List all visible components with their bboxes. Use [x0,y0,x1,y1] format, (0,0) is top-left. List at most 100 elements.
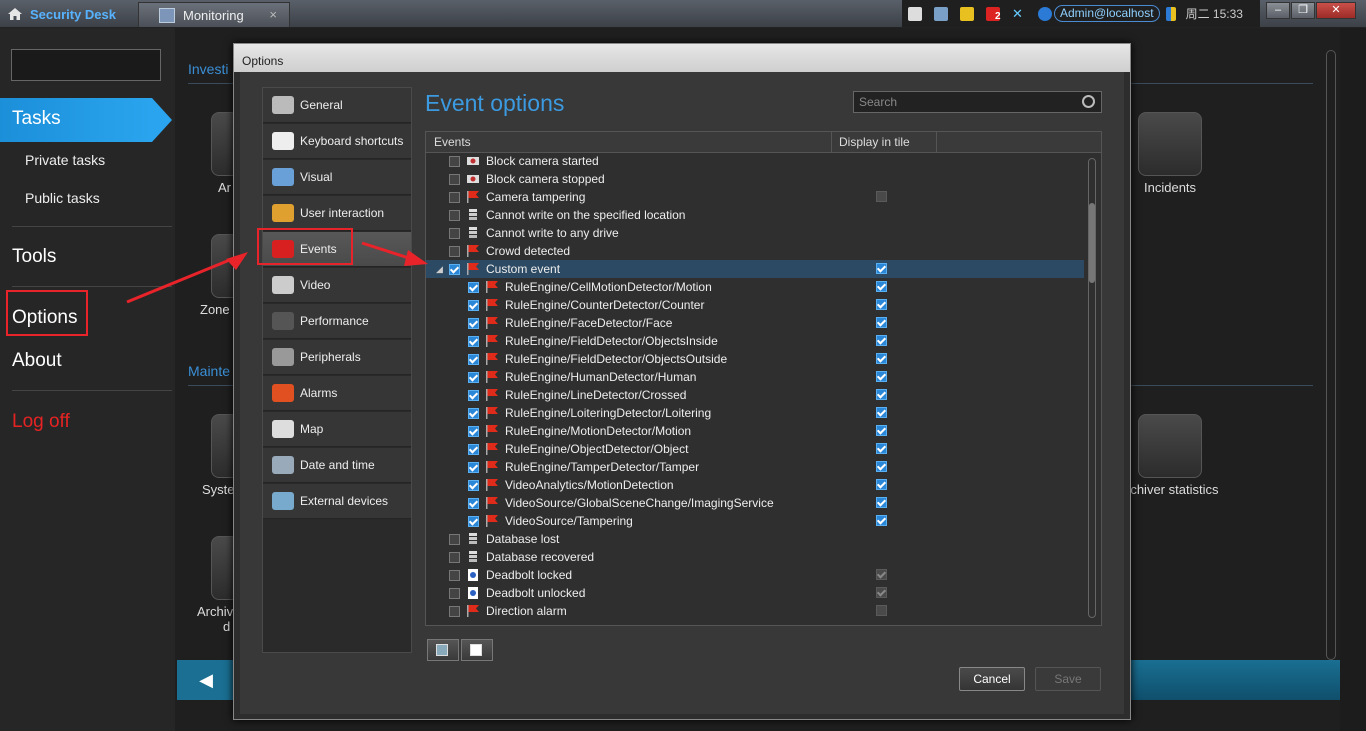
display-in-tile-checkbox[interactable] [876,353,887,364]
event-checkbox[interactable] [449,263,460,275]
event-row[interactable]: RuleEngine/HumanDetector/Human [426,368,1084,386]
uncheck-all-button[interactable] [461,639,493,661]
category-item-user-interaction[interactable]: User interaction [263,196,411,231]
event-row[interactable]: Deadbolt unlocked [426,584,1084,602]
tab-close-icon[interactable]: × [269,7,277,22]
category-item-video[interactable]: Video [263,268,411,303]
app-home-button[interactable]: Security Desk [8,4,116,24]
event-row[interactable]: RuleEngine/CounterDetector/Counter [426,296,1084,314]
network-icon[interactable] [934,6,948,21]
event-row[interactable]: Deadbolt locked [426,566,1084,584]
sidebar-item-about[interactable]: About [12,350,62,372]
sidebar-item-public-tasks[interactable]: Public tasks [25,190,100,206]
event-row[interactable]: Block camera started [426,152,1084,170]
display-in-tile-checkbox[interactable] [876,443,887,454]
event-checkbox[interactable] [468,443,479,455]
category-item-keyboard-shortcuts[interactable]: Keyboard shortcuts [263,124,411,159]
event-checkbox[interactable] [449,227,460,239]
category-item-map[interactable]: Map [263,412,411,447]
event-row[interactable]: Cannot write on the specified location [426,206,1084,224]
display-in-tile-checkbox[interactable] [876,461,887,472]
event-row[interactable]: RuleEngine/ObjectDetector/Object [426,440,1084,458]
event-row[interactable]: RuleEngine/MotionDetector/Motion [426,422,1084,440]
display-in-tile-checkbox[interactable] [876,479,887,490]
display-in-tile-checkbox[interactable] [876,425,887,436]
event-checkbox[interactable] [449,533,460,545]
column-header-display[interactable]: Display in tile [839,135,910,149]
event-row[interactable]: Cannot write to any drive [426,224,1084,242]
display-in-tile-checkbox[interactable] [876,371,887,382]
event-checkbox[interactable] [468,353,479,365]
minimize-button[interactable]: – [1266,2,1290,19]
event-row[interactable]: Crowd detected [426,242,1084,260]
display-in-tile-checkbox[interactable] [876,569,887,580]
display-in-tile-checkbox[interactable] [876,515,887,526]
back-button[interactable]: ◀ [177,660,235,700]
event-checkbox[interactable] [449,605,460,617]
event-checkbox[interactable] [449,155,460,167]
event-row[interactable]: VideoSource/GlobalSceneChange/ImagingSer… [426,494,1084,512]
archiver-statistics-tile-icon[interactable] [1138,414,1202,478]
cube-icon[interactable] [908,6,922,21]
event-checkbox[interactable] [449,587,460,599]
expand-icon[interactable]: ◢ [436,264,443,275]
tab-monitoring[interactable]: Monitoring × [138,2,290,27]
event-row[interactable]: Direction alarm [426,602,1084,620]
sidebar-item-logoff[interactable]: Log off [12,411,70,433]
display-in-tile-checkbox[interactable] [876,299,887,310]
category-item-peripherals[interactable]: Peripherals [263,340,411,375]
display-in-tile-checkbox[interactable] [876,605,887,616]
search-input[interactable]: Search [853,91,1102,113]
event-row[interactable]: ◢ Custom event [426,260,1084,278]
event-checkbox[interactable] [468,479,479,491]
event-row[interactable]: RuleEngine/FaceDetector/Face [426,314,1084,332]
event-checkbox[interactable] [468,515,479,527]
category-item-external-devices[interactable]: External devices [263,484,411,519]
event-row[interactable]: Block camera stopped [426,170,1084,188]
event-row[interactable]: RuleEngine/TamperDetector/Tamper [426,458,1084,476]
display-in-tile-checkbox[interactable] [876,407,887,418]
event-row[interactable]: VideoSource/Tampering [426,512,1084,530]
event-checkbox[interactable] [468,425,479,437]
event-row[interactable]: RuleEngine/FieldDetector/ObjectsInside [426,332,1084,350]
event-checkbox[interactable] [449,209,460,221]
cancel-button[interactable]: Cancel [959,667,1025,691]
sidebar-item-tools[interactable]: Tools [12,246,56,268]
grid-scrollbar-thumb[interactable] [1089,203,1095,283]
event-checkbox[interactable] [449,173,460,185]
event-checkbox[interactable] [468,389,479,401]
alarm-icon[interactable] [960,6,974,21]
event-checkbox[interactable] [468,407,479,419]
event-row[interactable]: RuleEngine/LoiteringDetector/Loitering [426,404,1084,422]
event-checkbox[interactable] [468,371,479,383]
event-checkbox[interactable] [468,461,479,473]
category-item-general[interactable]: General [263,88,411,123]
event-row[interactable]: RuleEngine/FieldDetector/ObjectsOutside [426,350,1084,368]
grid-scrollbar[interactable] [1088,158,1096,618]
display-in-tile-checkbox[interactable] [876,281,887,292]
category-item-visual[interactable]: Visual [263,160,411,195]
sidebar-item-tasks[interactable]: Tasks [0,98,172,142]
event-checkbox[interactable] [449,191,460,203]
sidebar-item-private-tasks[interactable]: Private tasks [25,152,105,168]
display-in-tile-checkbox[interactable] [876,497,887,508]
category-item-date-and-time[interactable]: Date and time [263,448,411,483]
event-row[interactable]: RuleEngine/LineDetector/Crossed [426,386,1084,404]
event-checkbox[interactable] [468,317,479,329]
event-row[interactable]: Camera tampering [426,188,1084,206]
display-in-tile-checkbox[interactable] [876,317,887,328]
display-in-tile-checkbox[interactable] [876,263,887,274]
health-icon[interactable]: 2 [986,6,1001,22]
event-row[interactable]: VideoAnalytics/MotionDetection [426,476,1084,494]
event-row[interactable]: RuleEngine/CellMotionDetector/Motion [426,278,1084,296]
close-button[interactable]: ✕ [1316,2,1356,19]
save-button[interactable]: Save [1035,667,1101,691]
check-all-button[interactable] [427,639,459,661]
display-in-tile-checkbox[interactable] [876,191,887,202]
restore-button[interactable]: ❐ [1291,2,1315,19]
event-checkbox[interactable] [449,569,460,581]
column-header-events[interactable]: Events [434,135,471,149]
event-row[interactable]: Database recovered [426,548,1084,566]
mute-icon[interactable]: ✕ [1012,6,1026,21]
main-scrollbar[interactable] [1326,50,1336,660]
